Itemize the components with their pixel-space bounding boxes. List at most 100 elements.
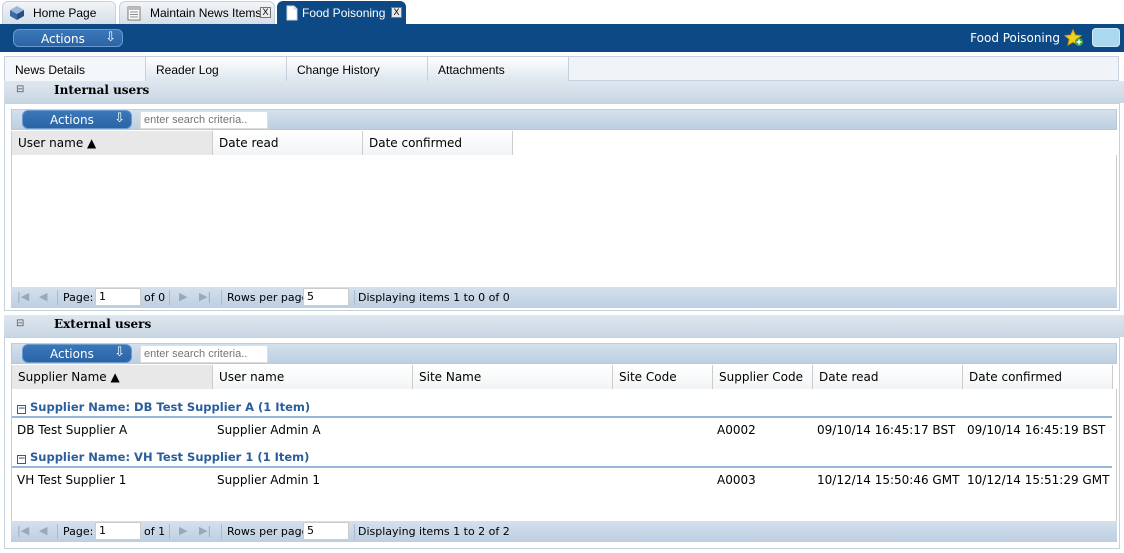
cell-date-confirmed: 09/10/14 16:45:19 BST — [967, 423, 1106, 437]
cell-date-read: 09/10/14 16:45:17 BST — [817, 423, 956, 437]
star-add-icon[interactable] — [1064, 29, 1084, 47]
external-search-input[interactable] — [140, 345, 268, 363]
arrow-down-icon: ⇩ — [105, 30, 116, 45]
internal-users-panel: Actions ⇩ User name ▲ Date read Date con… — [4, 103, 1120, 311]
screen-icon[interactable] — [1092, 28, 1120, 47]
actions-label: Actions — [50, 113, 94, 127]
column-header-supplier-name[interactable]: Supplier Name ▲ — [12, 365, 213, 389]
tab-news-details[interactable]: News Details — [5, 57, 146, 81]
tab-maintain-news-items[interactable]: Maintain News Items X — [119, 1, 275, 24]
internal-users-header[interactable]: ⊟ Internal users — [4, 81, 1124, 103]
next-page-icon[interactable]: ▶ — [179, 524, 187, 537]
internal-search-input[interactable] — [140, 111, 268, 129]
table-row[interactable]: DB Test Supplier A Supplier Admin A A000… — [12, 418, 1112, 442]
column-header-date-read[interactable]: Date read — [213, 131, 363, 155]
document-tab-bar: Home Page Maintain News Items X Food Poi… — [0, 0, 1124, 24]
last-page-icon[interactable]: ▶| — [199, 290, 211, 303]
actions-menu-button[interactable]: Actions ⇩ — [13, 29, 123, 47]
calendar-list-icon — [127, 6, 141, 21]
internal-grid-header: User name ▲ Date read Date confirmed — [11, 131, 1117, 155]
tab-attachments[interactable]: Attachments — [428, 57, 569, 81]
group-header-label: Supplier Name: VH Test Supplier 1 (1 Ite… — [30, 450, 310, 464]
cell-date-confirmed: 10/12/14 15:51:29 GMT — [967, 473, 1110, 487]
page-toolbar: Actions ⇩ Food Poisoning — [0, 24, 1124, 52]
divider — [57, 524, 58, 539]
detail-tabs: News Details Reader Log Change History A… — [4, 56, 1119, 81]
close-tab-button[interactable]: X — [391, 7, 402, 18]
divider — [354, 524, 355, 539]
column-header-supplier-code[interactable]: Supplier Code — [713, 365, 813, 389]
column-header-date-read[interactable]: Date read — [813, 365, 963, 389]
divider — [57, 290, 58, 305]
first-page-icon[interactable]: |◀ — [17, 290, 29, 303]
page-label: Page: — [63, 525, 94, 538]
grid-toolbar: Actions ⇩ — [11, 343, 1117, 364]
prev-page-icon[interactable]: ◀ — [39, 524, 47, 537]
next-page-icon[interactable]: ▶ — [179, 290, 187, 303]
tab-reader-log[interactable]: Reader Log — [146, 57, 287, 81]
external-users-header[interactable]: ⊟ External users — [4, 315, 1124, 337]
display-status: Displaying items 1 to 2 of 2 — [358, 525, 510, 538]
cell-supplier-code: A0003 — [717, 473, 756, 487]
arrow-down-icon: ⇩ — [114, 111, 125, 126]
collapse-icon[interactable]: ⊟ — [16, 318, 24, 329]
actions-label: Actions — [41, 32, 85, 46]
prev-page-icon[interactable]: ◀ — [39, 290, 47, 303]
internal-grid-body — [11, 155, 1117, 287]
tab-home-page[interactable]: Home Page — [2, 1, 116, 24]
column-header-date-confirmed[interactable]: Date confirmed — [363, 131, 513, 155]
section-title: Internal users — [54, 83, 150, 97]
table-row[interactable]: VH Test Supplier 1 Supplier Admin 1 A000… — [12, 468, 1112, 492]
grid-toolbar: Actions ⇩ — [11, 109, 1117, 130]
close-tab-button[interactable]: X — [260, 7, 271, 18]
group-header-label: Supplier Name: DB Test Supplier A (1 Ite… — [30, 400, 311, 414]
column-header-site-code[interactable]: Site Code — [613, 365, 713, 389]
tab-change-history[interactable]: Change History — [287, 57, 428, 81]
cell-user-name: Supplier Admin A — [217, 423, 321, 437]
divider — [169, 524, 170, 539]
column-header-user-name[interactable]: User name ▲ — [12, 131, 213, 155]
page-title: Food Poisoning — [970, 31, 1060, 45]
internal-pager: |◀ ◀ Page: 1 of 0 ▶ ▶| Rows per page 5 D… — [11, 287, 1117, 308]
divider — [221, 524, 222, 539]
tab-label: Food Poisoning — [302, 6, 386, 20]
group-row[interactable]: − Supplier Name: DB Test Supplier A (1 It… — [12, 396, 1112, 418]
divider — [354, 290, 355, 305]
rows-per-page-input[interactable]: 5 — [303, 522, 349, 540]
actions-label: Actions — [50, 347, 94, 361]
page-label: Page: — [63, 291, 94, 304]
cell-supplier-name: VH Test Supplier 1 — [17, 473, 127, 487]
external-pager: |◀ ◀ Page: 1 of 1 ▶ ▶| Rows per page 5 D… — [11, 521, 1117, 542]
internal-actions-button[interactable]: Actions ⇩ — [22, 110, 132, 129]
page-input[interactable]: 1 — [95, 522, 141, 540]
tab-food-poisoning[interactable]: Food Poisoning X — [277, 1, 406, 24]
external-users-panel: Actions ⇩ Supplier Name ▲ User name Site… — [4, 337, 1120, 549]
document-icon — [286, 5, 298, 21]
divider — [169, 290, 170, 305]
cell-user-name: Supplier Admin 1 — [217, 473, 320, 487]
external-actions-button[interactable]: Actions ⇩ — [22, 344, 132, 363]
collapse-group-icon[interactable]: − — [17, 405, 26, 414]
cell-supplier-name: DB Test Supplier A — [17, 423, 128, 437]
cell-supplier-code: A0002 — [717, 423, 756, 437]
tab-label: Maintain News Items — [150, 6, 262, 20]
rows-per-page-label: Rows per page — [227, 525, 309, 538]
column-header-site-name[interactable]: Site Name — [413, 365, 613, 389]
last-page-icon[interactable]: ▶| — [199, 524, 211, 537]
page-count: of 1 — [144, 525, 166, 538]
first-page-icon[interactable]: |◀ — [17, 524, 29, 537]
home-cube-icon — [10, 6, 24, 20]
display-status: Displaying items 1 to 0 of 0 — [358, 291, 510, 304]
tab-label: Home Page — [33, 6, 97, 20]
rows-per-page-input[interactable]: 5 — [303, 288, 349, 306]
collapse-group-icon[interactable]: − — [17, 455, 26, 464]
section-title: External users — [54, 317, 152, 331]
column-header-user-name[interactable]: User name — [213, 365, 413, 389]
page-input[interactable]: 1 — [95, 288, 141, 306]
arrow-down-icon: ⇩ — [114, 345, 125, 360]
cell-date-read: 10/12/14 15:50:46 GMT — [817, 473, 960, 487]
collapse-icon[interactable]: ⊟ — [16, 84, 24, 95]
column-header-date-confirmed[interactable]: Date confirmed — [963, 365, 1113, 389]
divider — [221, 290, 222, 305]
group-row[interactable]: − Supplier Name: VH Test Supplier 1 (1 It… — [12, 446, 1112, 468]
